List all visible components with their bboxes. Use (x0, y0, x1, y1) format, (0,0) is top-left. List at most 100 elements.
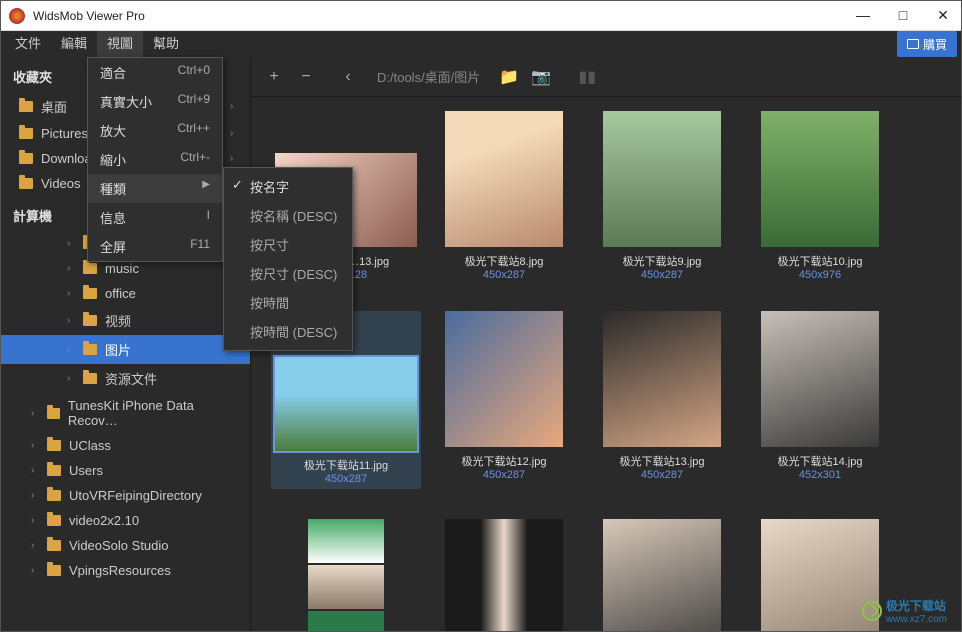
view-menu-item[interactable]: 全屏F11 (88, 232, 222, 261)
tree-item[interactable]: ›UClass (1, 433, 250, 458)
tree-item[interactable]: ›video2x2.10 (1, 508, 250, 533)
thumbnail-image (308, 519, 384, 631)
folder-icon (47, 440, 61, 451)
buy-button[interactable]: 購買 (897, 31, 957, 57)
thumbnail-dimensions: 450x287 (587, 269, 737, 281)
folder-icon (19, 101, 33, 112)
folder-icon (47, 515, 61, 526)
thumbnail-image (603, 111, 721, 247)
thumbnail-name: 极光下载站9.jpg (587, 253, 737, 269)
thumbnail-image (445, 311, 563, 447)
view-menu-item[interactable]: 種類▶ (88, 174, 222, 203)
thumbnail-dimensions: 450x287 (587, 469, 737, 481)
tree-item[interactable]: ›TunesKit iPhone Data Recov… (1, 393, 250, 433)
folder-icon (19, 178, 33, 189)
thumbnail-dimensions: 452x301 (745, 469, 895, 481)
folder-icon (47, 465, 61, 476)
thumbnail-dimensions: 450x976 (745, 269, 895, 281)
tree-item[interactable]: ›VideoSolo Studio (1, 533, 250, 558)
menu-view[interactable]: 視圖 (97, 31, 143, 57)
folder-icon (47, 490, 61, 501)
camera-icon[interactable]: 📷 (532, 68, 550, 86)
thumbnail-name: 极光下载站12.jpg (429, 453, 579, 469)
thumbnail[interactable]: 极光下载站12.jpg450x287 (429, 311, 579, 489)
thumbnail-name: 极光下载站11.jpg (271, 457, 421, 473)
thumbnail[interactable]: 极光下载站14.jpg452x301 (745, 311, 895, 489)
thumbnail-image (445, 111, 563, 247)
tree-item[interactable]: ›Users (1, 458, 250, 483)
thumbnail[interactable]: 极光下载站…4.png720x960 (587, 519, 737, 631)
thumbnail-name: 极光下载站13.jpg (587, 453, 737, 469)
thumbnail-dimensions: 450x287 (429, 469, 579, 481)
folder-icon (19, 128, 33, 139)
view-menu-item[interactable]: 縮小Ctrl+- (88, 145, 222, 174)
thumbnail-image (761, 311, 879, 447)
cart-icon (907, 39, 919, 49)
menu-edit[interactable]: 編輯 (51, 31, 97, 57)
thumbnail-image (761, 111, 879, 247)
sort-option[interactable]: 按名稱 (DESC) (224, 201, 352, 230)
tree-item[interactable]: ›图片 (1, 335, 250, 364)
folder-icon (83, 344, 97, 355)
maximize-button[interactable]: □ (893, 7, 913, 24)
tree-item[interactable]: ›VpingsResources (1, 558, 250, 583)
folder-icon[interactable]: 📁 (500, 68, 518, 86)
folder-icon (47, 408, 60, 419)
tree-item[interactable]: ›视频 (1, 306, 250, 335)
breadcrumb[interactable]: D:/tools/桌面/图片 (377, 67, 480, 86)
zoom-out-button[interactable]: − (297, 68, 315, 86)
thumbnail[interactable]: 极光下载站13.jpg450x287 (587, 311, 737, 489)
thumbnail-grid: n_极光下…13.jpg200x128极光下载站8.jpg450x287极光下载… (251, 97, 961, 631)
thumbnail-dimensions: 450x287 (271, 473, 421, 485)
thumbnail-name: 极光下载站8.jpg (429, 253, 579, 269)
thumbnail-name: 极光下载站14.jpg (745, 453, 895, 469)
view-mode-button[interactable]: ▮▮ (578, 68, 596, 86)
titlebar: WidsMob Viewer Pro — □ ✕ (1, 1, 961, 31)
sort-option[interactable]: 按時間 (DESC) (224, 317, 352, 346)
window-title: WidsMob Viewer Pro (33, 9, 853, 23)
thumbnail[interactable]: 极光下载站10.jpg450x976 (745, 111, 895, 281)
menu-help[interactable]: 幫助 (143, 31, 189, 57)
back-button[interactable]: ‹ (339, 68, 357, 86)
folder-icon (83, 315, 97, 326)
view-menu-item[interactable]: 真實大小Ctrl+9 (88, 87, 222, 116)
minimize-button[interactable]: — (853, 7, 873, 24)
tree-item[interactable]: ›UtoVRFeipingDirectory (1, 483, 250, 508)
watermark: 极光下载站 www.xz7.com (862, 597, 947, 625)
toolbar: + − ‹ D:/tools/桌面/图片 📁 📷 ▮▮ (251, 57, 961, 97)
thumbnail-dimensions: 450x287 (429, 269, 579, 281)
folder-icon (83, 288, 97, 299)
thumbnail[interactable]: 极光下载站15.jpg720x960 (271, 519, 421, 631)
sort-submenu: 按名字按名稱 (DESC)按尺寸按尺寸 (DESC)按時間按時間 (DESC) (223, 167, 353, 351)
zoom-in-button[interactable]: + (265, 68, 283, 86)
menubar: 文件 編輯 視圖 幫助 購買 適合Ctrl+0真實大小Ctrl+9放大Ctrl+… (1, 31, 961, 57)
sort-option[interactable]: 按名字 (224, 172, 352, 201)
folder-icon (83, 373, 97, 384)
thumbnail[interactable]: 极光下载站9.jpg450x287 (587, 111, 737, 281)
thumbnail-image (603, 519, 721, 631)
folder-icon (47, 565, 61, 576)
view-menu-item[interactable]: 信息I (88, 203, 222, 232)
folder-icon (83, 263, 97, 274)
thumbnail-image (275, 357, 417, 451)
thumbnail-image (603, 311, 721, 447)
view-dropdown: 適合Ctrl+0真實大小Ctrl+9放大Ctrl++縮小Ctrl+-種類▶信息I… (87, 57, 223, 262)
close-button[interactable]: ✕ (933, 7, 953, 24)
folder-icon (19, 153, 33, 164)
folder-icon (47, 540, 61, 551)
watermark-icon (862, 601, 882, 621)
sort-option[interactable]: 按尺寸 (224, 230, 352, 259)
sort-option[interactable]: 按尺寸 (DESC) (224, 259, 352, 288)
tree-item[interactable]: ›资源文件 (1, 364, 250, 393)
tree-item[interactable]: ›office (1, 281, 250, 306)
app-logo-icon (9, 8, 25, 24)
thumbnail[interactable]: 极光下载站16.gif720x960 (429, 519, 579, 631)
thumbnail-name: 极光下载站10.jpg (745, 253, 895, 269)
view-menu-item[interactable]: 放大Ctrl++ (88, 116, 222, 145)
sort-option[interactable]: 按時間 (224, 288, 352, 317)
view-menu-item[interactable]: 適合Ctrl+0 (88, 58, 222, 87)
menu-file[interactable]: 文件 (5, 31, 51, 57)
buy-label: 購買 (923, 36, 947, 53)
thumbnail[interactable]: 极光下载站8.jpg450x287 (429, 111, 579, 281)
thumbnail-image (445, 519, 563, 631)
